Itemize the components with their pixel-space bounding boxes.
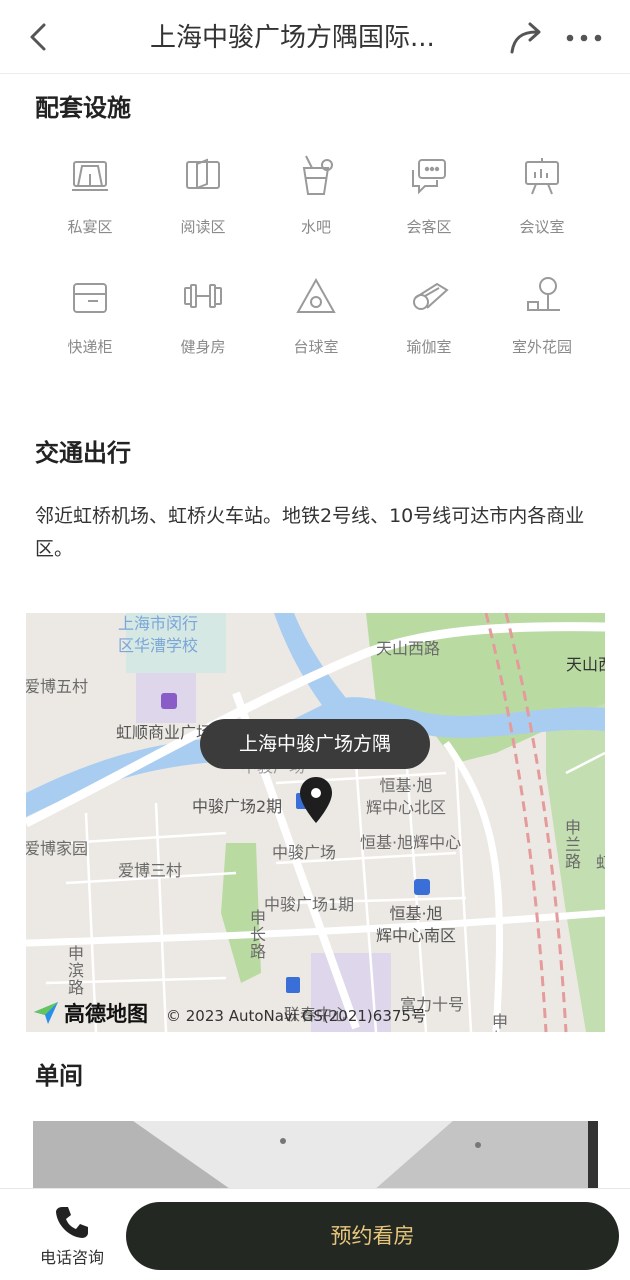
map-label: 恒基·旭 辉中心南区 bbox=[376, 904, 457, 945]
map-label: 申长路 bbox=[247, 909, 266, 960]
facility-label: 水吧 bbox=[300, 218, 331, 236]
map-label: 恒基·旭 辉中心北区 bbox=[366, 776, 447, 817]
location-map[interactable]: 上海市闵行 区华漕学校 天山西路 天山西 爱博五村 虹顺商业广场 中骏广场 中骏… bbox=[26, 613, 605, 1032]
map-copyright: © 2023 AutoNavi GS(2021)6375号 bbox=[166, 1007, 426, 1025]
transport-title: 交通出行 bbox=[35, 439, 131, 467]
facility-label: 瑜伽室 bbox=[406, 338, 452, 356]
facility-item: 阅读区 bbox=[147, 150, 259, 260]
facility-item: 室外花园 bbox=[486, 270, 598, 380]
facility-item: 健身房 bbox=[147, 270, 259, 380]
amap-logo-icon bbox=[34, 1002, 58, 1024]
room-photo-image bbox=[33, 1121, 598, 1191]
facility-label: 阅读区 bbox=[180, 218, 226, 236]
transport-description: 邻近虹桥机场、虹桥火车站。地铁2号线、10号线可达市内各商业区。 bbox=[35, 505, 585, 560]
map-label: 虹 bbox=[596, 853, 605, 872]
drink-cup-icon bbox=[302, 155, 333, 195]
chevron-left-icon[interactable] bbox=[22, 20, 56, 54]
book-icon bbox=[186, 158, 220, 189]
dumbbell-icon bbox=[184, 284, 222, 308]
map-label: 申兰路 bbox=[562, 819, 581, 870]
map-label: 中骏广场2期 bbox=[192, 797, 283, 816]
more-dots-icon[interactable] bbox=[564, 26, 604, 50]
location-pin-icon[interactable] bbox=[298, 775, 334, 825]
billiards-icon bbox=[296, 277, 336, 313]
location-bubble[interactable]: 上海中骏广场方隅 bbox=[200, 719, 430, 769]
room-photo[interactable] bbox=[33, 1121, 598, 1191]
facility-item: 快递柜 bbox=[34, 270, 146, 380]
facility-item: 私宴区 bbox=[34, 150, 146, 260]
facility-label: 会客区 bbox=[406, 218, 452, 236]
facility-label: 健身房 bbox=[180, 338, 226, 356]
phone-consult-button[interactable]: 电话咨询 bbox=[30, 1200, 114, 1270]
map-label: 虹顺商业广场 bbox=[116, 723, 213, 742]
page-title: 上海中骏广场方隅国际... bbox=[150, 23, 435, 53]
garden-tree-icon bbox=[527, 277, 560, 311]
facility-item: 瑜伽室 bbox=[373, 270, 485, 380]
facility-item: 水吧 bbox=[260, 150, 372, 260]
facility-label: 室外花园 bbox=[511, 338, 572, 356]
facility-label: 会议室 bbox=[519, 218, 565, 236]
facility-label: 台球室 bbox=[293, 338, 339, 356]
map-label: 申滨路 bbox=[65, 945, 84, 996]
map-label: 申虹路 bbox=[486, 1013, 510, 1032]
chat-bubbles-icon bbox=[412, 159, 446, 195]
facility-item: 会议室 bbox=[486, 150, 598, 260]
map-label: 爱博三村 bbox=[118, 861, 183, 880]
map-label: 爱博五村 bbox=[26, 677, 89, 696]
facility-label: 快递柜 bbox=[67, 338, 113, 356]
map-label: 爱博家园 bbox=[26, 839, 89, 858]
facilities-title: 配套设施 bbox=[35, 94, 131, 122]
amap-logo: 高德地图 bbox=[32, 999, 148, 1027]
rooms-title: 单间 bbox=[35, 1062, 83, 1090]
presentation-board-icon bbox=[525, 158, 559, 195]
parcel-locker-icon bbox=[73, 283, 107, 313]
map-label: 中骏广场1期 bbox=[264, 895, 355, 914]
map-label: 天山西路 bbox=[376, 639, 441, 658]
yoga-mat-icon bbox=[413, 282, 449, 310]
facility-label: 私宴区 bbox=[67, 218, 113, 236]
book-viewing-button[interactable]: 预约看房 bbox=[126, 1202, 619, 1270]
map-label: 天山西 bbox=[566, 655, 605, 674]
phone-icon bbox=[56, 1207, 88, 1238]
map-label: 恒基·旭辉中心 bbox=[360, 833, 462, 852]
top-nav-bar: 上海中骏广场方隅国际... bbox=[0, 0, 630, 74]
phone-consult-label: 电话咨询 bbox=[39, 1248, 104, 1267]
dining-room-icon bbox=[72, 161, 108, 191]
map-label: 中骏广场 bbox=[272, 843, 337, 862]
facility-item: 会客区 bbox=[373, 150, 485, 260]
facility-item: 台球室 bbox=[260, 270, 372, 380]
map-label: 上海市闵行 区华漕学校 bbox=[118, 614, 199, 655]
share-arrow-icon[interactable] bbox=[508, 20, 546, 56]
amap-logo-text: 高德地图 bbox=[64, 1002, 148, 1026]
